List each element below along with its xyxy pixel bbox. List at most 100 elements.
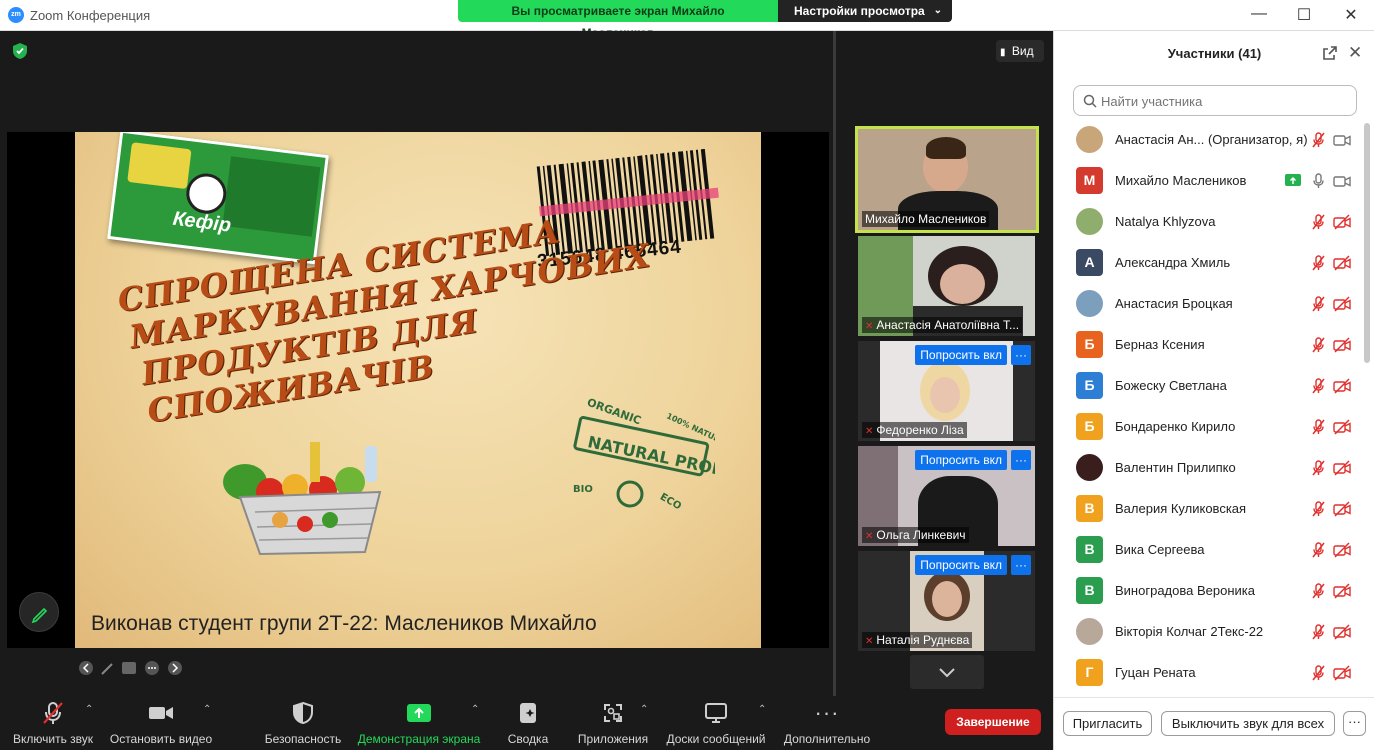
participant-name: Берназ Ксения bbox=[1115, 337, 1205, 352]
security-shield-icon bbox=[293, 701, 313, 725]
split-divider[interactable] bbox=[833, 31, 836, 696]
apps-label: Приложения bbox=[577, 732, 649, 746]
participant-row[interactable]: В Вика Сергеева bbox=[1054, 529, 1364, 570]
video-tile-name: ✕ Федоренко Ліза bbox=[862, 422, 967, 438]
muted-mic-icon[interactable] bbox=[1311, 542, 1326, 558]
mic-icon[interactable] bbox=[1311, 173, 1326, 189]
annotate-pen-button[interactable] bbox=[19, 592, 59, 632]
video-off-icon[interactable] bbox=[1333, 501, 1351, 517]
ask-to-start-video-button[interactable]: Попросить вкл bbox=[915, 555, 1007, 575]
participant-row[interactable]: Б Божеску Светлана bbox=[1054, 365, 1364, 406]
avatar: А bbox=[1076, 249, 1103, 276]
video-off-icon[interactable] bbox=[1333, 255, 1351, 271]
muted-mic-icon[interactable] bbox=[1311, 665, 1326, 681]
muted-mic-icon[interactable] bbox=[1311, 337, 1326, 353]
participant-row[interactable]: Валентин Прилипко bbox=[1054, 447, 1364, 488]
scroll-thumbnails-down-button[interactable] bbox=[910, 655, 984, 689]
audio-options-caret-icon[interactable]: ⌃ bbox=[85, 704, 93, 715]
stamp-eco-text: ECO bbox=[658, 492, 683, 512]
whiteboards-label: Доски сообщений bbox=[666, 732, 766, 746]
tile-more-button[interactable]: ··· bbox=[1011, 450, 1031, 470]
close-panel-button[interactable]: ✕ bbox=[1348, 43, 1362, 63]
window-title: Zoom Конференция bbox=[30, 8, 151, 23]
whiteboards-button[interactable]: Доски сообщений bbox=[662, 700, 770, 746]
video-off-icon[interactable] bbox=[1333, 542, 1351, 558]
avatar: Б bbox=[1076, 331, 1103, 358]
video-off-icon[interactable] bbox=[1333, 378, 1351, 394]
maximize-button[interactable]: ☐ bbox=[1294, 5, 1314, 25]
participant-row[interactable]: Анастасія Ан... (Организатор, я) bbox=[1054, 119, 1364, 160]
muted-mic-icon[interactable] bbox=[1311, 419, 1326, 435]
participant-row[interactable]: Г Гуцан Рената bbox=[1054, 652, 1364, 693]
participant-row[interactable]: Natalya Khlyzova bbox=[1054, 201, 1364, 242]
summary-button[interactable]: Сводка bbox=[503, 700, 553, 746]
video-off-icon[interactable] bbox=[1333, 419, 1351, 435]
view-settings-button[interactable]: Настройки просмотра ⌄ bbox=[778, 0, 952, 22]
muted-mic-icon[interactable] bbox=[1311, 214, 1326, 230]
muted-mic-icon[interactable] bbox=[1311, 255, 1326, 271]
muted-mic-icon[interactable] bbox=[1311, 624, 1326, 640]
video-off-icon[interactable] bbox=[1333, 624, 1351, 640]
encryption-shield-icon[interactable] bbox=[12, 42, 28, 60]
video-off-icon[interactable] bbox=[1333, 296, 1351, 312]
tile-more-button[interactable]: ··· bbox=[1011, 345, 1031, 365]
participant-row[interactable]: В Валерия Куликовская bbox=[1054, 488, 1364, 529]
minimize-button[interactable]: — bbox=[1249, 5, 1269, 23]
search-input[interactable] bbox=[1101, 92, 1346, 110]
video-off-icon[interactable] bbox=[1333, 337, 1351, 353]
video-off-icon[interactable] bbox=[1333, 665, 1351, 681]
video-tile[interactable]: Попросить вкл ··· ✕ Федоренко Ліза bbox=[858, 341, 1035, 441]
security-button[interactable]: Безопасность bbox=[262, 700, 344, 746]
video-options-caret-icon[interactable]: ⌃ bbox=[203, 704, 211, 715]
video-tile[interactable]: Попросить вкл ··· ✕ Наталія Руднєва bbox=[858, 551, 1035, 651]
summary-document-icon bbox=[520, 703, 536, 723]
whiteboard-options-caret-icon[interactable]: ⌃ bbox=[758, 704, 766, 715]
share-screen-button[interactable]: Демонстрация экрана bbox=[356, 700, 482, 746]
end-meeting-button[interactable]: Завершение bbox=[945, 709, 1041, 735]
participant-search[interactable] bbox=[1073, 85, 1357, 116]
muted-mic-icon[interactable] bbox=[1311, 296, 1326, 312]
muted-mic-icon[interactable] bbox=[1311, 460, 1326, 476]
stop-video-button[interactable]: Остановить видео bbox=[108, 700, 214, 746]
video-off-icon[interactable] bbox=[1333, 214, 1351, 230]
grocery-basket-image bbox=[223, 442, 382, 556]
apps-options-caret-icon[interactable]: ⌃ bbox=[640, 704, 648, 715]
participant-row[interactable]: Анастасия Броцкая bbox=[1054, 283, 1364, 324]
muted-mic-icon[interactable] bbox=[1311, 378, 1326, 394]
panel-more-button[interactable]: ··· bbox=[1343, 711, 1366, 736]
participant-row[interactable]: Б Бондаренко Кирило bbox=[1054, 406, 1364, 447]
more-button[interactable]: ··· Дополнительно bbox=[780, 700, 874, 746]
video-tile-name: ✕ Ольга Линкевич bbox=[862, 527, 969, 543]
participant-row[interactable]: В Виноградова Вероника bbox=[1054, 570, 1364, 611]
video-off-icon[interactable] bbox=[1333, 583, 1351, 599]
close-window-button[interactable]: ✕ bbox=[1341, 5, 1361, 25]
popout-icon[interactable] bbox=[1322, 45, 1338, 61]
participant-row[interactable]: А Александра Хмиль bbox=[1054, 242, 1364, 283]
video-camera-icon[interactable] bbox=[1333, 173, 1351, 189]
video-tile[interactable]: ✕ Анастасія Анатоліївна Т... bbox=[858, 236, 1035, 336]
muted-mic-icon[interactable] bbox=[1311, 583, 1326, 599]
participants-scrollbar[interactable] bbox=[1364, 123, 1370, 363]
ask-to-start-video-button[interactable]: Попросить вкл bbox=[915, 450, 1007, 470]
mute-all-button[interactable]: Выключить звук для всех bbox=[1161, 711, 1335, 736]
video-tile[interactable]: Попросить вкл ··· ✕ Ольга Линкевич bbox=[858, 446, 1035, 546]
kefir-package-image: Кефір bbox=[107, 132, 329, 265]
invite-button[interactable]: Пригласить bbox=[1063, 711, 1152, 736]
share-banner-text: Вы просматриваете экран Михайло Масленик… bbox=[458, 0, 778, 40]
slide-nav-controls[interactable] bbox=[78, 659, 198, 677]
participant-row[interactable]: М Михайло Маслеников bbox=[1054, 160, 1364, 201]
video-camera-icon[interactable] bbox=[1333, 132, 1351, 148]
view-button[interactable]: ▮ Вид bbox=[996, 40, 1044, 62]
tile-more-button[interactable]: ··· bbox=[1011, 555, 1031, 575]
muted-mic-icon[interactable] bbox=[1311, 132, 1326, 148]
muted-mic-icon[interactable] bbox=[1311, 501, 1326, 517]
video-tile[interactable]: Михайло Маслеников bbox=[855, 126, 1039, 233]
share-options-caret-icon[interactable]: ⌃ bbox=[471, 704, 479, 715]
video-off-icon[interactable] bbox=[1333, 460, 1351, 476]
avatar bbox=[1076, 126, 1103, 153]
presentation-slide: Кефір 315648 465464 СПРОЩЕНА СИСТЕМА МАР… bbox=[75, 132, 761, 648]
avatar: М bbox=[1076, 167, 1103, 194]
ask-to-start-video-button[interactable]: Попросить вкл bbox=[915, 345, 1007, 365]
participant-row[interactable]: Вікторія Колчаг 2Текс-22 bbox=[1054, 611, 1364, 652]
participant-row[interactable]: Б Берназ Ксения bbox=[1054, 324, 1364, 365]
